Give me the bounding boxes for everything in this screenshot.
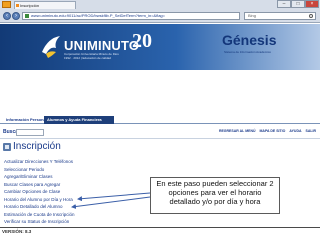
menu-item-cambiar-opciones[interactable]: Cambiar Opciones de Clase	[4, 188, 134, 196]
screenshot-root: Inscripción – □ × ‹ › www.uniminuto.edu:…	[0, 0, 320, 240]
menu-item-actualizar-direcciones[interactable]: Actualizar Direcciones Y Teléfonos	[4, 158, 134, 166]
callout-line-1: En este paso pueden seleccionar 2	[156, 179, 274, 188]
divider	[0, 138, 320, 139]
system-subtitle: Sistema de Información Académico	[224, 50, 272, 54]
logo-name: UNIMINUTO	[64, 38, 140, 53]
tab-informacion-personal[interactable]: Información Personal	[3, 116, 47, 124]
browser-tab-strip: Inscripción – □ ×	[0, 0, 320, 9]
instruction-callout: En este paso pueden seleccionar 2 opcion…	[150, 177, 280, 214]
menu-item-buscar-clases[interactable]: Buscar Clases para Agregar	[4, 181, 134, 189]
page-heading: Inscripción	[3, 141, 63, 153]
top-links: REGRESAR AL MENÚ MAPA DE SITIO AYUDA SAL…	[219, 129, 316, 133]
tab-alumnos-ayuda-financiera[interactable]: Alumnos y Ayuda Financiera	[44, 116, 114, 124]
genesis-brand: Génesis Sistema de Información Académico	[222, 32, 292, 62]
menu-item-horario-dia-hora[interactable]: Horario del Alumno por Día y Hora	[4, 196, 134, 204]
search-icon[interactable]	[309, 14, 313, 18]
anniversary-mark: 20	[132, 30, 152, 52]
link-regresar-menu[interactable]: REGRESAR AL MENÚ	[219, 129, 256, 133]
logo-subline: 1992 · 2012 | Educación de calidad	[64, 56, 111, 60]
registration-icon	[3, 143, 11, 151]
menu-item-agregar-eliminar-clases[interactable]: Agregar/Eliminar Clases	[4, 173, 134, 181]
maximize-button[interactable]: □	[291, 0, 305, 8]
forward-button[interactable]: ›	[12, 12, 20, 20]
browser-nav-row: ‹ › www.uniminuto.edu:9011/ac/PROD/bwskf…	[0, 10, 320, 22]
university-banner: UNIMINUTO Corporación Universitaria Minu…	[0, 24, 320, 70]
link-salir[interactable]: SALIR	[306, 129, 317, 133]
registration-menu: Actualizar Direcciones Y Teléfonos Selec…	[4, 158, 134, 226]
back-button[interactable]: ‹	[3, 12, 11, 20]
page-title: Inscripción	[13, 141, 61, 152]
footer-divider	[0, 227, 320, 228]
window-controls: – □ ×	[277, 0, 319, 8]
address-text: www.uniminuto.edu:9011/ac/PROD/bwskflib.…	[31, 13, 165, 18]
app-tab-bar: Información Personal Alumnos y Ayuda Fin…	[0, 116, 320, 124]
menu-item-seleccionar-periodo[interactable]: Seleccionar Periodo	[4, 166, 134, 174]
site-identity-icon	[25, 14, 29, 18]
system-name: Génesis	[222, 32, 277, 48]
browser-search-box[interactable]: Bing	[244, 12, 316, 20]
toolbar: Buscar REGRESAR AL MENÚ MAPA DE SITIO AY…	[0, 128, 320, 137]
tab-favicon-icon	[16, 4, 19, 7]
version-label: VERSIÓN: 8.3	[2, 229, 32, 234]
menu-item-horario-detallado[interactable]: Horario Detallado del Alumno	[4, 203, 134, 211]
callout-line-2: opciones para ver el horario	[168, 188, 262, 197]
minimize-button[interactable]: –	[277, 0, 291, 8]
browser-menu-icon[interactable]	[2, 1, 11, 8]
search-input[interactable]	[16, 129, 44, 136]
callout-line-3: detallado y/o por día y hora	[169, 197, 261, 206]
address-bar[interactable]: www.uniminuto.edu:9011/ac/PROD/bwskflib.…	[22, 12, 240, 20]
browser-tab[interactable]: Inscripción	[14, 1, 76, 9]
dove-logo-icon	[42, 36, 60, 58]
link-ayuda[interactable]: AYUDA	[289, 129, 301, 133]
browser-search-placeholder: Bing	[248, 13, 257, 18]
link-mapa-sitio[interactable]: MAPA DE SITIO	[260, 129, 286, 133]
university-logo: UNIMINUTO Corporación Universitaria Minu…	[40, 28, 152, 66]
browser-chrome: Inscripción – □ × ‹ › www.uniminuto.edu:…	[0, 0, 320, 23]
menu-item-estimacion-cuota[interactable]: Estimación de Cuota de Inscripción	[4, 211, 134, 219]
browser-tab-title: Inscripción	[20, 3, 40, 8]
close-window-button[interactable]: ×	[305, 0, 319, 8]
menu-item-verificar-status[interactable]: Verificar su Status de Inscripción	[4, 218, 134, 226]
